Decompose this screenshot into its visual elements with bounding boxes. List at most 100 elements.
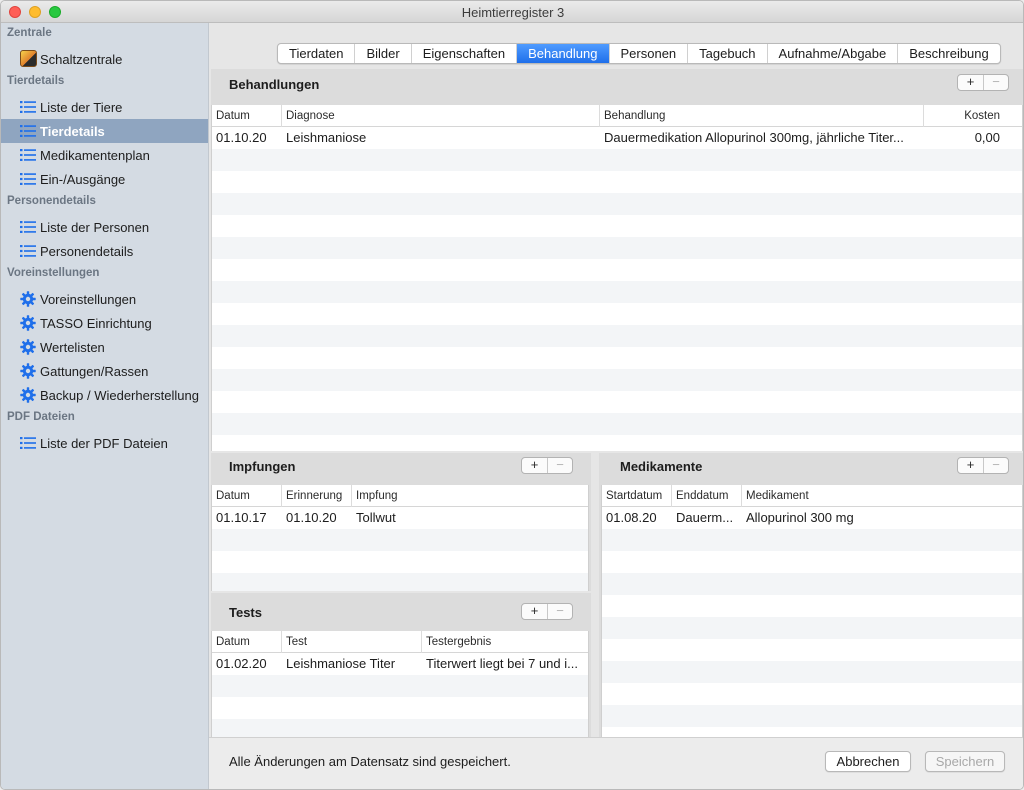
tab-tagebuch[interactable]: Tagebuch xyxy=(688,44,768,63)
medikamente-plus-minus: + − xyxy=(957,457,1009,474)
sidebar-item-wertelisten[interactable]: Wertelisten xyxy=(1,335,208,359)
sidebar-item-schaltzentrale[interactable]: Schaltzentrale xyxy=(1,47,208,71)
table-header: Datum Test Testergebnis xyxy=(212,631,588,653)
tab-tierdaten[interactable]: Tierdaten xyxy=(278,44,356,63)
list-icon xyxy=(20,244,36,258)
table-row[interactable]: 01.10.17 01.10.20 Tollwut xyxy=(212,507,588,529)
table-body: 01.08.20 Dauerm... Allopurinol 300 mg xyxy=(602,507,1022,737)
table-row[interactable]: 01.02.20 Leishmaniose Titer Titerwert li… xyxy=(212,653,588,675)
sidebar-item-label: Gattungen/Rassen xyxy=(40,364,149,379)
column-header-impfung[interactable]: Impfung xyxy=(352,485,588,507)
add-impfung-button[interactable]: + xyxy=(522,458,547,473)
sidebar-item-label: Ein-/Ausgänge xyxy=(40,172,126,187)
impfungen-title: Impfungen xyxy=(229,459,296,474)
remove-medikament-button[interactable]: − xyxy=(983,458,1008,473)
impfungen-pane: Impfungen + − Datum Erinnerung Impfung 0… xyxy=(211,453,591,591)
sidebar-item-label: Liste der PDF Dateien xyxy=(40,436,168,451)
sidebar: Zentrale Schaltzentrale Tierdetails List… xyxy=(1,23,209,789)
sidebar-item-tierdetails[interactable]: Tierdetails xyxy=(1,119,208,143)
remove-test-button[interactable]: − xyxy=(547,604,572,619)
remove-impfung-button[interactable]: − xyxy=(547,458,572,473)
tab-eigenschaften[interactable]: Eigenschaften xyxy=(412,44,518,63)
save-button[interactable]: Speichern xyxy=(925,751,1005,772)
impfungen-plus-minus: + − xyxy=(521,457,573,474)
column-header-datum[interactable]: Datum xyxy=(212,105,282,127)
sidebar-item-gattungen-rassen[interactable]: Gattungen/Rassen xyxy=(1,359,208,383)
list-icon xyxy=(20,172,36,186)
sidebar-item-label: Liste der Tiere xyxy=(40,100,123,115)
sidebar-item-liste-der-pdf-dateien[interactable]: Liste der PDF Dateien xyxy=(1,431,208,455)
sidebar-item-tasso-einrichtung[interactable]: TASSO Einrichtung xyxy=(1,311,208,335)
main-content: Tierdaten Bilder Eigenschaften Behandlun… xyxy=(209,23,1023,789)
cell-test: Leishmaniose Titer xyxy=(286,656,396,671)
impfungen-table[interactable]: Datum Erinnerung Impfung 01.10.17 01.10.… xyxy=(211,485,589,591)
gear-icon xyxy=(20,364,36,378)
column-header-kosten[interactable]: Kosten xyxy=(924,105,1022,127)
sidebar-item-label: Tierdetails xyxy=(40,124,105,139)
medikamente-table[interactable]: Startdatum Enddatum Medikament 01.08.20 … xyxy=(601,485,1023,737)
column-header-behandlung[interactable]: Behandlung xyxy=(600,105,924,127)
cell-datum: 01.10.17 xyxy=(216,510,267,525)
column-header-startdatum[interactable]: Startdatum xyxy=(602,485,672,507)
table-body: 01.02.20 Leishmaniose Titer Titerwert li… xyxy=(212,653,588,737)
behandlungen-plus-minus: + − xyxy=(957,74,1009,91)
table-body: 01.10.20 Leishmaniose Dauermedikation Al… xyxy=(212,127,1022,451)
tab-beschreibung[interactable]: Beschreibung xyxy=(898,44,1000,63)
sidebar-item-label: TASSO Einrichtung xyxy=(40,316,152,331)
tab-personen[interactable]: Personen xyxy=(610,44,689,63)
cell-testergebnis: Titerwert liegt bei 7 und i... xyxy=(426,656,578,671)
sidebar-section-tierdetails: Tierdetails xyxy=(7,75,65,87)
column-header-datum[interactable]: Datum xyxy=(212,485,282,507)
add-test-button[interactable]: + xyxy=(522,604,547,619)
cell-datum: 01.02.20 xyxy=(216,656,267,671)
sidebar-item-liste-der-personen[interactable]: Liste der Personen xyxy=(1,215,208,239)
sidebar-item-voreinstellungen[interactable]: Voreinstellungen xyxy=(1,287,208,311)
tab-behandlung[interactable]: Behandlung xyxy=(517,44,610,63)
column-header-datum[interactable]: Datum xyxy=(212,631,282,653)
tests-pane: Tests + − Datum Test Testergebnis 01.02.… xyxy=(211,593,591,737)
list-icon xyxy=(20,100,36,114)
behandlungen-title: Behandlungen xyxy=(229,77,320,92)
add-behandlung-button[interactable]: + xyxy=(958,75,983,90)
sidebar-section-pdf-dateien: PDF Dateien xyxy=(7,411,75,423)
table-header: Datum Diagnose Behandlung Kosten xyxy=(212,105,1022,127)
sidebar-item-liste-der-tiere[interactable]: Liste der Tiere xyxy=(1,95,208,119)
table-header: Startdatum Enddatum Medikament xyxy=(602,485,1022,507)
behandlungen-pane: Behandlungen + − Datum Diagnose Behandlu… xyxy=(211,69,1023,451)
list-icon xyxy=(20,124,36,138)
sidebar-item-label: Medikamentenplan xyxy=(40,148,150,163)
cancel-button[interactable]: Abbrechen xyxy=(825,751,911,772)
window-title: Heimtierregister 3 xyxy=(461,5,565,20)
column-header-test[interactable]: Test xyxy=(282,631,422,653)
list-icon xyxy=(20,220,36,234)
sidebar-item-label: Liste der Personen xyxy=(40,220,150,235)
tests-title: Tests xyxy=(229,605,262,620)
tab-aufnahme-abgabe[interactable]: Aufnahme/Abgabe xyxy=(768,44,899,63)
medikamente-title: Medikamente xyxy=(620,459,703,474)
gear-icon xyxy=(20,292,36,306)
tests-plus-minus: + − xyxy=(521,603,573,620)
sidebar-item-label: Voreinstellungen xyxy=(40,292,137,307)
column-header-testergebnis[interactable]: Testergebnis xyxy=(422,631,588,653)
tab-bar: Tierdaten Bilder Eigenschaften Behandlun… xyxy=(277,43,1001,64)
sidebar-item-backup-wiederherstellung[interactable]: Backup / Wiederherstellung xyxy=(1,383,208,407)
column-header-erinnerung[interactable]: Erinnerung xyxy=(282,485,352,507)
status-bar: Alle Änderungen am Datensatz sind gespei… xyxy=(209,737,1023,789)
sidebar-section-personendetails: Personendetails xyxy=(7,195,96,207)
column-header-medikament[interactable]: Medikament xyxy=(742,485,1022,507)
table-row[interactable]: 01.08.20 Dauerm... Allopurinol 300 mg xyxy=(602,507,1022,529)
sidebar-item-medikamentenplan[interactable]: Medikamentenplan xyxy=(1,143,208,167)
table-row[interactable]: 01.10.20 Leishmaniose Dauermedikation Al… xyxy=(212,127,1022,149)
tests-table[interactable]: Datum Test Testergebnis 01.02.20 Leishma… xyxy=(211,631,589,737)
column-header-enddatum[interactable]: Enddatum xyxy=(672,485,742,507)
tab-bilder[interactable]: Bilder xyxy=(355,44,412,63)
cell-medikament: Allopurinol 300 mg xyxy=(746,510,854,525)
cell-erinnerung: 01.10.20 xyxy=(286,510,337,525)
behandlungen-table[interactable]: Datum Diagnose Behandlung Kosten 01.10.2… xyxy=(211,105,1023,451)
column-header-diagnose[interactable]: Diagnose xyxy=(282,105,600,127)
remove-behandlung-button[interactable]: − xyxy=(983,75,1008,90)
sidebar-item-personendetails[interactable]: Personendetails xyxy=(1,239,208,263)
add-medikament-button[interactable]: + xyxy=(958,458,983,473)
sidebar-item-ein-ausgaenge[interactable]: Ein-/Ausgänge xyxy=(1,167,208,191)
table-body: 01.10.17 01.10.20 Tollwut xyxy=(212,507,588,591)
